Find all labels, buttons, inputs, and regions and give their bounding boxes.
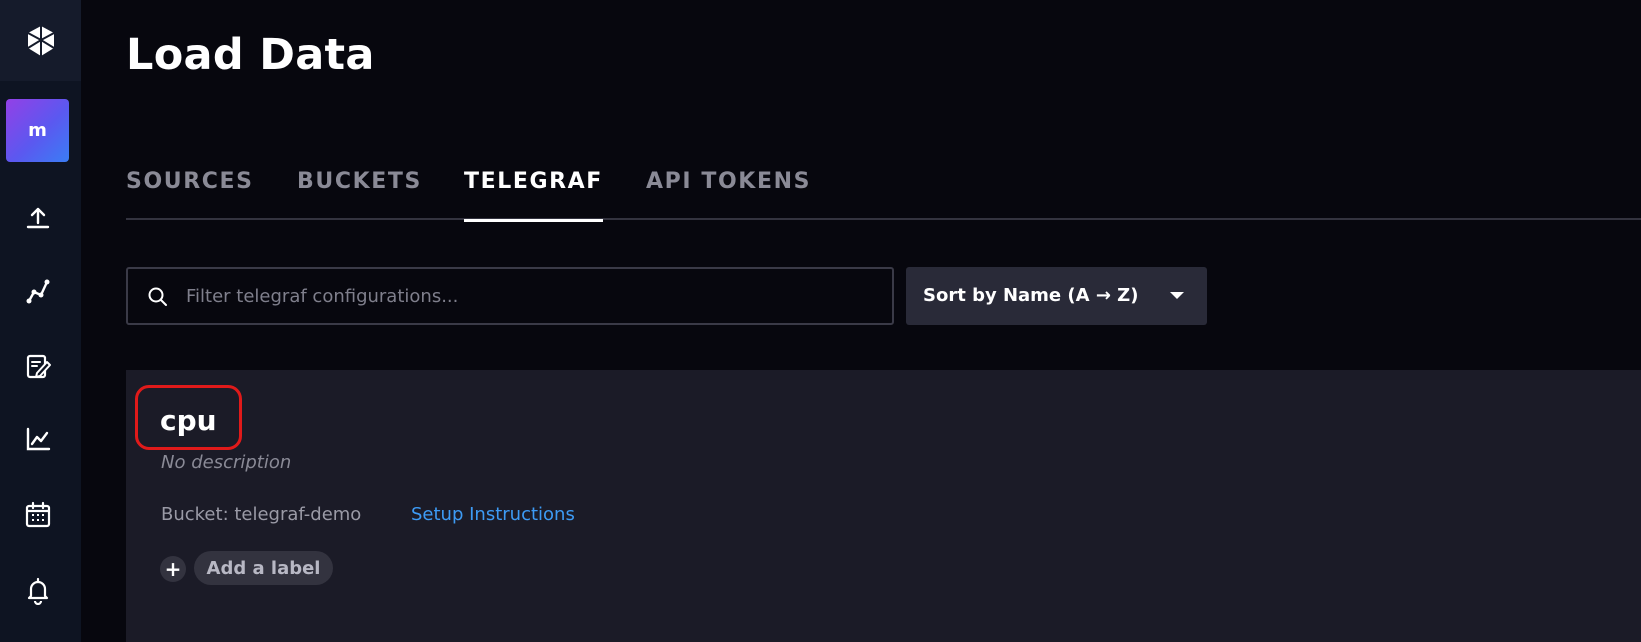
tab-telegraf[interactable]: TELEGRAF [464, 160, 603, 222]
add-label-button[interactable]: Add a label [194, 551, 333, 585]
tab-api-tokens[interactable]: API TOKENS [646, 160, 811, 220]
calendar-icon [25, 501, 50, 528]
telegraf-description[interactable]: No description [161, 452, 291, 473]
search-icon [148, 287, 167, 306]
notebook-edit-icon [26, 354, 51, 379]
page-title: Load Data [126, 30, 375, 80]
sort-dropdown-label: Sort by Name (A → Z) [923, 285, 1139, 306]
upload-arrow-icon [26, 207, 49, 229]
nav-dashboards[interactable] [0, 417, 75, 461]
setup-instructions-link[interactable]: Setup Instructions [411, 504, 575, 525]
nav-load-data[interactable] [0, 195, 75, 239]
tab-buckets[interactable]: BUCKETS [297, 160, 422, 220]
org-avatar[interactable]: m [6, 99, 69, 162]
org-avatar-letter: m [28, 120, 47, 141]
sort-dropdown[interactable]: Sort by Name (A → Z) [906, 267, 1207, 325]
cube-logo-icon [26, 25, 55, 56]
filter-input[interactable] [186, 269, 876, 323]
bell-icon [27, 577, 48, 605]
data-explorer-graph-icon [26, 279, 49, 304]
nav-alerts[interactable] [0, 568, 75, 612]
nav-tasks[interactable] [0, 493, 75, 537]
add-label-plus-icon[interactable]: + [160, 556, 186, 582]
line-chart-icon [26, 427, 50, 451]
sidebar: m [0, 0, 81, 642]
telegraf-bucket: Bucket: telegraf-demo [161, 504, 362, 525]
tab-sources[interactable]: SOURCES [126, 160, 254, 220]
tab-bar: SOURCES BUCKETS TELEGRAF API TOKENS [126, 160, 1641, 222]
nav-notebooks[interactable] [0, 344, 75, 388]
nav-data-explorer[interactable] [0, 269, 75, 313]
caret-down-icon [1170, 292, 1184, 299]
filter-box [126, 267, 894, 325]
highlight-annotation [135, 385, 242, 450]
logo[interactable] [0, 0, 81, 81]
